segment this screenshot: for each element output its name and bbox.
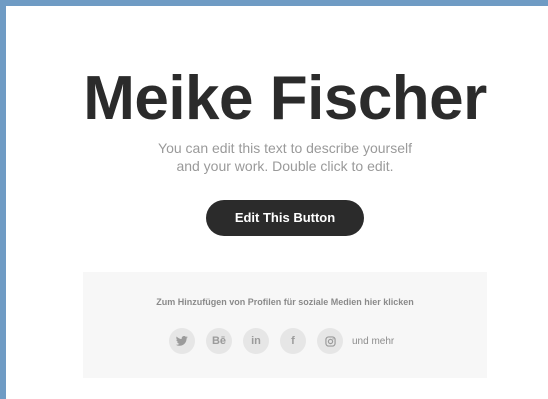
linkedin-icon[interactable]: in bbox=[243, 328, 269, 354]
more-social-link[interactable]: und mehr bbox=[352, 336, 394, 347]
description-line-2: and your work. Double click to edit. bbox=[176, 158, 394, 174]
editor-frame: Meike Fischer You can edit this text to … bbox=[0, 0, 548, 399]
social-icons-row: Bē in f und mehr bbox=[169, 327, 394, 355]
social-media-panel[interactable]: Zum Hinzufügen von Profilen für soziale … bbox=[83, 272, 487, 378]
profile-description[interactable]: You can edit this text to describe yours… bbox=[6, 139, 548, 175]
instagram-icon[interactable] bbox=[317, 328, 343, 354]
profile-name[interactable]: Meike Fischer bbox=[6, 68, 548, 130]
page-canvas: Meike Fischer You can edit this text to … bbox=[6, 6, 548, 399]
twitter-icon[interactable] bbox=[169, 328, 195, 354]
social-hint-text: Zum Hinzufügen von Profilen für soziale … bbox=[156, 297, 414, 307]
description-line-1: You can edit this text to describe yours… bbox=[158, 140, 412, 156]
edit-this-button[interactable]: Edit This Button bbox=[206, 200, 364, 236]
facebook-icon[interactable]: f bbox=[280, 328, 306, 354]
behance-icon[interactable]: Bē bbox=[206, 328, 232, 354]
